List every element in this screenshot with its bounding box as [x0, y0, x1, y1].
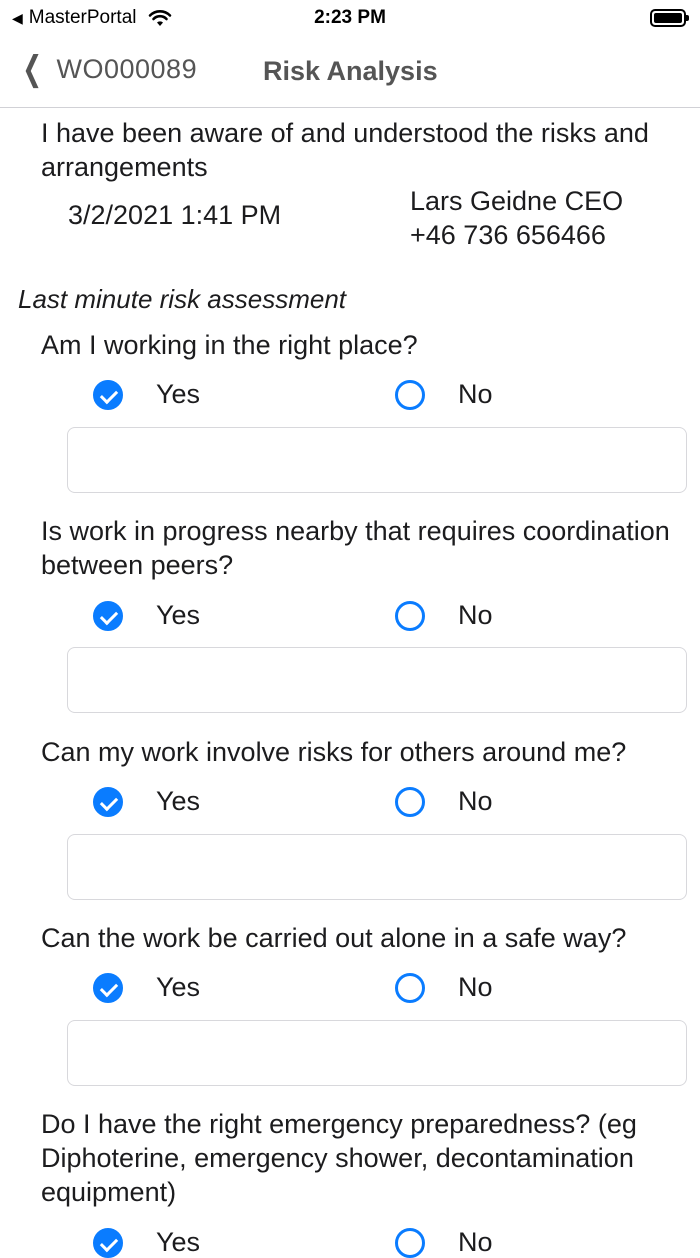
- comment-field[interactable]: [67, 834, 687, 900]
- answer-no-option[interactable]: No: [395, 1227, 493, 1258]
- no-label: No: [458, 1227, 493, 1257]
- yes-label: Yes: [156, 972, 201, 1002]
- radio-checked-icon[interactable]: [93, 379, 123, 410]
- answer-yes-option[interactable]: Yes: [93, 600, 200, 631]
- radio-checked-icon[interactable]: [93, 1227, 123, 1258]
- back-button[interactable]: ❮ WO000089: [18, 52, 197, 86]
- answer-yes-option[interactable]: Yes: [93, 379, 200, 410]
- answer-no-option[interactable]: No: [395, 379, 493, 410]
- question-text: Is work in progress nearby that requires…: [41, 516, 670, 580]
- question-text: Do I have the right emergency preparedne…: [41, 1109, 637, 1207]
- yes-label: Yes: [156, 1227, 201, 1257]
- signer-phone: +46 736 656466: [410, 220, 606, 250]
- answer-yes-option[interactable]: Yes: [93, 1227, 200, 1258]
- no-label: No: [458, 786, 493, 816]
- chevron-left-icon: ❮: [22, 50, 43, 88]
- answer-no-option[interactable]: No: [395, 600, 493, 631]
- back-button-label: WO000089: [56, 53, 198, 84]
- radio-unchecked-icon[interactable]: [395, 600, 425, 631]
- signer-info: Lars Geidne CEO +46 736 656466: [410, 184, 623, 252]
- answer-yes-option[interactable]: Yes: [93, 786, 200, 817]
- yes-label: Yes: [156, 600, 201, 630]
- no-label: No: [458, 972, 493, 1002]
- radio-unchecked-icon[interactable]: [395, 786, 425, 817]
- acknowledgement-text: I have been aware of and understood the …: [41, 118, 649, 182]
- answer-no-option[interactable]: No: [395, 972, 493, 1003]
- question-text: Can the work be carried out alone in a s…: [41, 923, 627, 953]
- answer-yes-option[interactable]: Yes: [93, 972, 200, 1003]
- battery-icon: [650, 9, 689, 27]
- status-time: 2:23 PM: [314, 7, 386, 28]
- comment-field[interactable]: [67, 427, 687, 493]
- yes-label: Yes: [156, 786, 201, 816]
- radio-checked-icon[interactable]: [93, 972, 123, 1003]
- page-title: Risk Analysis: [263, 56, 438, 86]
- radio-unchecked-icon[interactable]: [395, 379, 425, 410]
- radio-checked-icon[interactable]: [93, 786, 123, 817]
- radio-unchecked-icon[interactable]: [395, 972, 425, 1003]
- section-title: Last minute risk assessment: [18, 284, 347, 314]
- yes-label: Yes: [156, 379, 201, 409]
- answer-no-option[interactable]: No: [395, 786, 493, 817]
- no-label: No: [458, 600, 493, 630]
- no-label: No: [458, 379, 493, 409]
- signer-name: Lars Geidne CEO: [410, 186, 624, 216]
- comment-field[interactable]: [67, 1020, 687, 1086]
- navigation-bar: ❮ WO000089 Risk Analysis: [0, 36, 700, 108]
- question-text: Can my work involve risks for others aro…: [41, 737, 627, 767]
- comment-field[interactable]: [67, 647, 687, 713]
- radio-checked-icon[interactable]: [93, 600, 123, 631]
- status-bar: ◀ MasterPortal 2:23 PM: [0, 0, 700, 36]
- question-text: Am I working in the right place?: [41, 330, 418, 360]
- radio-unchecked-icon[interactable]: [395, 1227, 425, 1258]
- signature-date: 3/2/2021 1:41 PM: [68, 200, 282, 230]
